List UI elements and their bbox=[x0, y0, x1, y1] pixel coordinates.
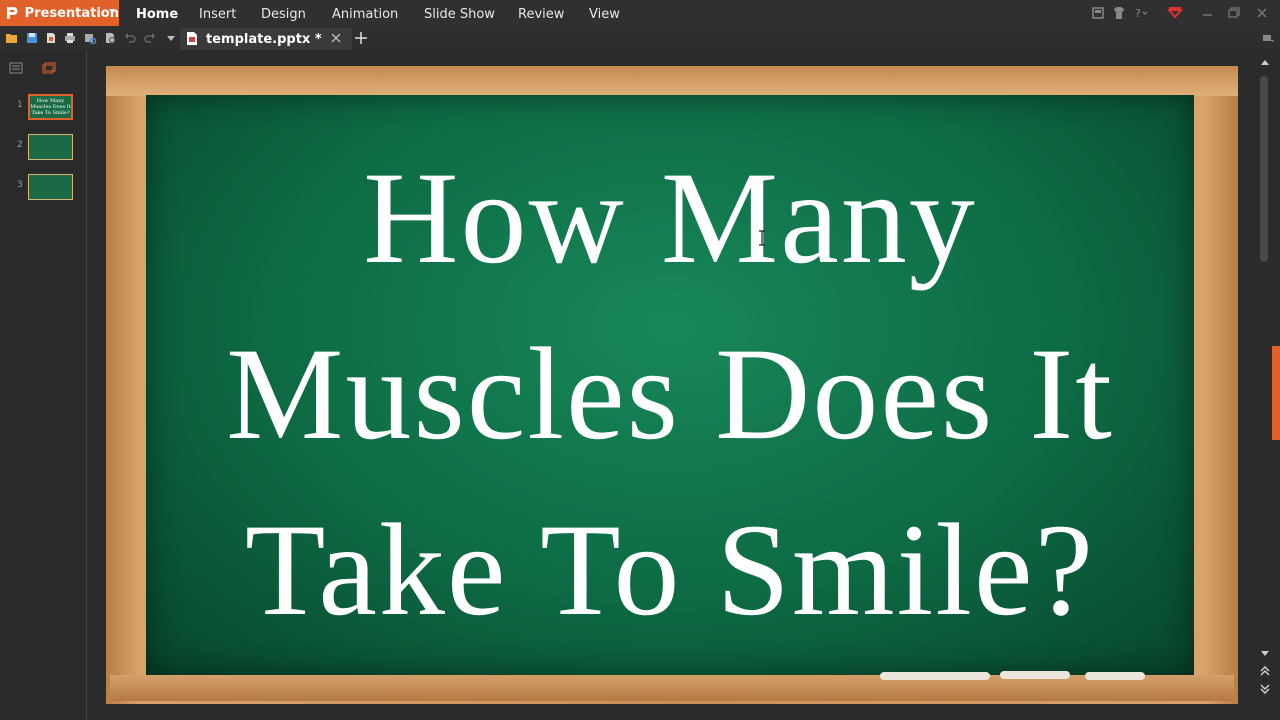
slide-thumbnail-text bbox=[29, 175, 72, 177]
help-icon[interactable]: ? bbox=[1132, 5, 1148, 21]
scroll-down-icon[interactable] bbox=[1260, 648, 1270, 658]
print-preview-icon[interactable] bbox=[83, 31, 97, 45]
slide-title-line-2: Muscles Does It bbox=[226, 320, 1114, 467]
app-menu-caret-icon bbox=[109, 9, 115, 13]
slide-thumbnail-3[interactable]: 3 bbox=[0, 174, 87, 204]
print-icon[interactable] bbox=[63, 31, 77, 45]
menu-bar: Presentation Home Insert Design Animatio… bbox=[0, 0, 1280, 28]
slide-number: 3 bbox=[17, 180, 23, 190]
export-pdf-icon[interactable] bbox=[103, 31, 117, 45]
quick-access-toolbar: template.pptx * bbox=[0, 28, 1280, 50]
chalk-tray bbox=[110, 671, 1234, 701]
side-panel-tab[interactable] bbox=[1272, 346, 1280, 440]
new-tab-icon[interactable] bbox=[354, 31, 368, 45]
app-name: Presentation bbox=[24, 5, 119, 21]
menu-view[interactable]: View bbox=[589, 7, 620, 22]
heart-icon[interactable] bbox=[1167, 5, 1183, 21]
slide-thumbnail-2[interactable]: 2 bbox=[0, 134, 87, 164]
chalk-piece bbox=[1000, 671, 1070, 679]
scrollbar-thumb[interactable] bbox=[1260, 76, 1268, 262]
slide-thumbnail-image bbox=[28, 174, 73, 200]
shirt-icon[interactable] bbox=[1111, 5, 1127, 21]
slide-thumbnail-panel: 1 How Many Muscles Does It Take To Smile… bbox=[0, 50, 87, 720]
save-icon[interactable] bbox=[25, 31, 39, 45]
redo-icon[interactable] bbox=[143, 31, 157, 45]
next-slide-icon[interactable] bbox=[1260, 684, 1270, 694]
slide-thumbnail-1[interactable]: 1 How Many Muscles Does It Take To Smile… bbox=[0, 94, 87, 124]
undo-icon[interactable] bbox=[123, 31, 137, 45]
slide-thumbnail-image bbox=[28, 134, 73, 160]
scroll-up-icon[interactable] bbox=[1260, 58, 1270, 68]
presentation-logo-icon bbox=[6, 7, 18, 19]
outline-view-icon[interactable] bbox=[9, 62, 23, 74]
slide-thumbnail-text bbox=[29, 135, 72, 137]
slide-title-line-1: How Many bbox=[363, 144, 977, 291]
svg-text:?: ? bbox=[1135, 7, 1141, 20]
slide-number: 1 bbox=[17, 100, 23, 110]
chalk-piece bbox=[1085, 672, 1145, 680]
chalk-piece bbox=[880, 672, 990, 680]
panel-toggle-icon[interactable] bbox=[1261, 31, 1275, 45]
minimize-icon[interactable] bbox=[1200, 5, 1216, 21]
document-tab-label: template.pptx * bbox=[206, 31, 322, 47]
menu-design[interactable]: Design bbox=[261, 7, 306, 22]
document-tab[interactable]: template.pptx * bbox=[180, 28, 352, 50]
text-cursor-icon bbox=[759, 230, 765, 246]
menu-review[interactable]: Review bbox=[518, 7, 564, 22]
slide-thumbnail-text: How Many Muscles Does It Take To Smile? bbox=[30, 98, 71, 116]
menu-animation[interactable]: Animation bbox=[332, 7, 398, 22]
dropdown-icon[interactable] bbox=[164, 31, 178, 45]
slide-thumbnail-image: How Many Muscles Does It Take To Smile? bbox=[28, 94, 73, 120]
open-folder-icon[interactable] bbox=[5, 31, 19, 45]
slide-number: 2 bbox=[17, 140, 23, 150]
menu-home[interactable]: Home bbox=[136, 7, 178, 22]
skin-icon[interactable] bbox=[1090, 5, 1106, 21]
new-icon[interactable] bbox=[44, 31, 58, 45]
slide-title-textbox[interactable]: How Many Muscles Does It Take To Smile? bbox=[146, 130, 1194, 658]
menu-slide-show[interactable]: Slide Show bbox=[424, 7, 495, 22]
chalkboard-frame-top bbox=[106, 66, 1238, 96]
app-menu-button[interactable]: Presentation bbox=[0, 0, 119, 26]
slide-title-line-3: Take To Smile? bbox=[244, 496, 1096, 643]
close-icon[interactable] bbox=[1254, 5, 1270, 21]
menu-insert[interactable]: Insert bbox=[199, 7, 236, 22]
slides-view-icon[interactable] bbox=[42, 62, 56, 74]
previous-slide-icon[interactable] bbox=[1260, 666, 1270, 676]
pptx-file-icon bbox=[187, 32, 197, 45]
tab-close-icon[interactable] bbox=[331, 33, 341, 43]
restore-icon[interactable] bbox=[1226, 5, 1242, 21]
